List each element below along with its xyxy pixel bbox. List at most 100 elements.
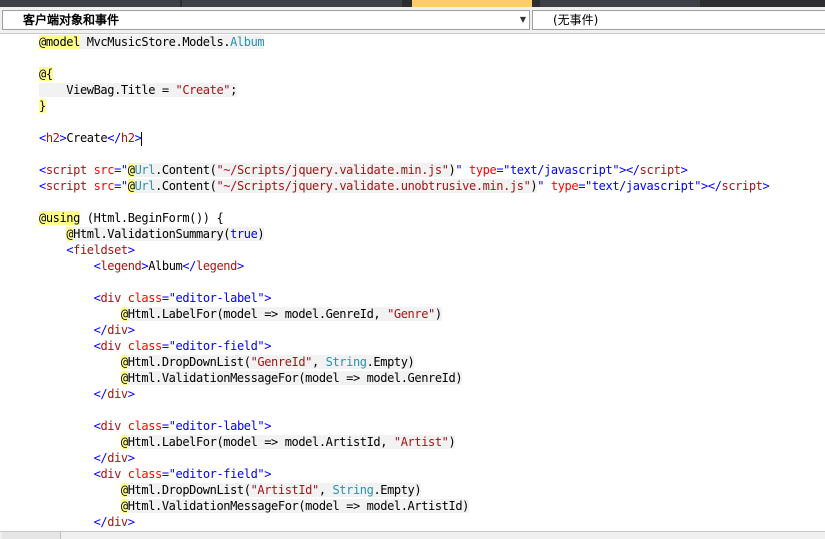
- code-token: Html.DropDownList(: [127, 483, 251, 497]
- code-token: Album: [148, 259, 183, 273]
- code-line[interactable]: <div class="editor-label">: [39, 290, 272, 306]
- code-token: script: [45, 163, 87, 177]
- code-token: script: [721, 179, 763, 193]
- events-dropdown[interactable]: (无事件): [532, 10, 825, 30]
- code-token: ): [257, 227, 265, 241]
- code-line[interactable]: @Html.ValidationMessageFor(model => mode…: [39, 370, 463, 386]
- code-token: </: [93, 323, 108, 337]
- code-token: fieldset: [73, 243, 128, 257]
- code-token: div: [107, 515, 128, 529]
- code-token: Html.LabelFor(model => model.GenreId,: [127, 307, 388, 321]
- code-token: =": [114, 179, 128, 193]
- code-token: =": [114, 163, 128, 177]
- code-token: @model: [39, 35, 80, 49]
- code-token: ="editor-field">: [161, 467, 272, 481]
- code-token: Album: [230, 35, 265, 49]
- code-token: String: [332, 483, 374, 497]
- code-line[interactable]: @using (Html.BeginForm()) {: [39, 210, 224, 226]
- code-line[interactable]: @Html.LabelFor(model => model.ArtistId, …: [39, 434, 456, 450]
- code-token: script: [639, 163, 681, 177]
- editor-margin: [0, 34, 30, 531]
- code-line[interactable]: @Html.DropDownList("GenreId", String.Emp…: [39, 354, 415, 370]
- code-line[interactable]: ViewBag.Title = "Create";: [39, 82, 237, 98]
- code-token: .Empty): [373, 483, 422, 497]
- code-token: div: [107, 387, 128, 401]
- code-token: h2: [45, 131, 60, 145]
- code-token: @: [120, 499, 128, 513]
- object-combo-label: 客户端对象和事件: [23, 13, 120, 27]
- code-line[interactable]: @{: [39, 66, 53, 82]
- code-token: div: [107, 323, 128, 337]
- code-token: div: [107, 451, 128, 465]
- code-token: Html.ValidationSummary(: [73, 227, 231, 241]
- chevron-down-icon: ▼: [519, 15, 526, 24]
- code-token: div: [100, 419, 121, 433]
- document-tab-1[interactable]: [0, 0, 180, 7]
- code-editor[interactable]: @model MvcMusicStore.Models.Album @{ View…: [0, 34, 825, 531]
- code-token: @: [127, 163, 135, 177]
- code-line[interactable]: <div class="editor-label">: [39, 418, 272, 434]
- code-token: Url: [134, 163, 156, 177]
- client-objects-events-dropdown[interactable]: 客户端对象和事件 ▼: [2, 10, 530, 30]
- code-token: src: [86, 163, 115, 177]
- document-tab-4[interactable]: [540, 0, 700, 7]
- code-token: "~/Scripts/jquery.validate.unobtrusive.m…: [216, 179, 531, 193]
- code-line[interactable]: @Html.ValidationSummary(true): [39, 226, 265, 242]
- code-line[interactable]: <script src="@Url.Content("~/Scripts/jqu…: [39, 162, 688, 178]
- code-token: @: [120, 371, 128, 385]
- code-line[interactable]: </div>: [39, 450, 135, 466]
- code-token: ="editor-label">: [161, 291, 272, 305]
- code-token: ,: [318, 483, 333, 497]
- code-line[interactable]: </div>: [39, 322, 135, 338]
- code-line[interactable]: </div>: [39, 514, 135, 530]
- code-line[interactable]: </div>: [39, 386, 135, 402]
- code-line[interactable]: @Html.ValidationMessageFor(model => mode…: [39, 498, 469, 514]
- code-token: div: [100, 291, 121, 305]
- code-token: @{: [39, 67, 53, 81]
- code-token: "ArtistId": [250, 483, 319, 497]
- code-token: src: [86, 179, 115, 193]
- code-line[interactable]: <script src="@Url.Content("~/Scripts/jqu…: [39, 178, 770, 194]
- code-token: Html.LabelFor(model => model.ArtistId,: [127, 435, 394, 449]
- code-token: @using: [39, 211, 80, 225]
- code-token: String: [325, 355, 367, 369]
- code-line[interactable]: @Html.LabelFor(model => model.GenreId, "…: [39, 306, 442, 322]
- code-line[interactable]: @Html.DropDownList("ArtistId", String.Em…: [39, 482, 422, 498]
- code-token: </: [93, 515, 108, 529]
- zoom-level-control[interactable]: [2, 532, 61, 539]
- code-line[interactable]: @model MvcMusicStore.Models.Album: [39, 34, 265, 50]
- code-line[interactable]: <div class="editor-field">: [39, 466, 272, 482]
- code-token: ="text/javascript">: [496, 163, 626, 177]
- code-token: ViewBag.Title =: [39, 83, 176, 97]
- code-line[interactable]: <h2>Create</h2>: [39, 130, 143, 146]
- code-line[interactable]: }: [39, 98, 46, 114]
- code-token: >: [127, 451, 135, 465]
- code-token: "~/Scripts/jquery.validate.min.js": [216, 163, 449, 177]
- code-token: class: [120, 339, 163, 353]
- code-token: ="editor-field">: [161, 339, 272, 353]
- code-line[interactable]: <fieldset>: [39, 242, 135, 258]
- code-token: </: [93, 451, 108, 465]
- code-token: class: [120, 467, 163, 481]
- code-line[interactable]: <legend>Album</legend>: [39, 258, 245, 274]
- active-document-tab[interactable]: [412, 0, 532, 7]
- code-token: ;: [230, 83, 237, 97]
- code-token: ): [434, 307, 442, 321]
- code-token: ): [448, 435, 456, 449]
- document-tab-2[interactable]: [182, 0, 402, 7]
- code-token: "Artist": [393, 435, 449, 449]
- code-token: }: [39, 99, 46, 113]
- code-token: Create: [66, 131, 108, 145]
- code-line[interactable]: <div class="editor-field">: [39, 338, 272, 354]
- code-token: </: [707, 179, 722, 193]
- code-token: .Empty): [366, 355, 415, 369]
- code-token: <: [39, 131, 46, 145]
